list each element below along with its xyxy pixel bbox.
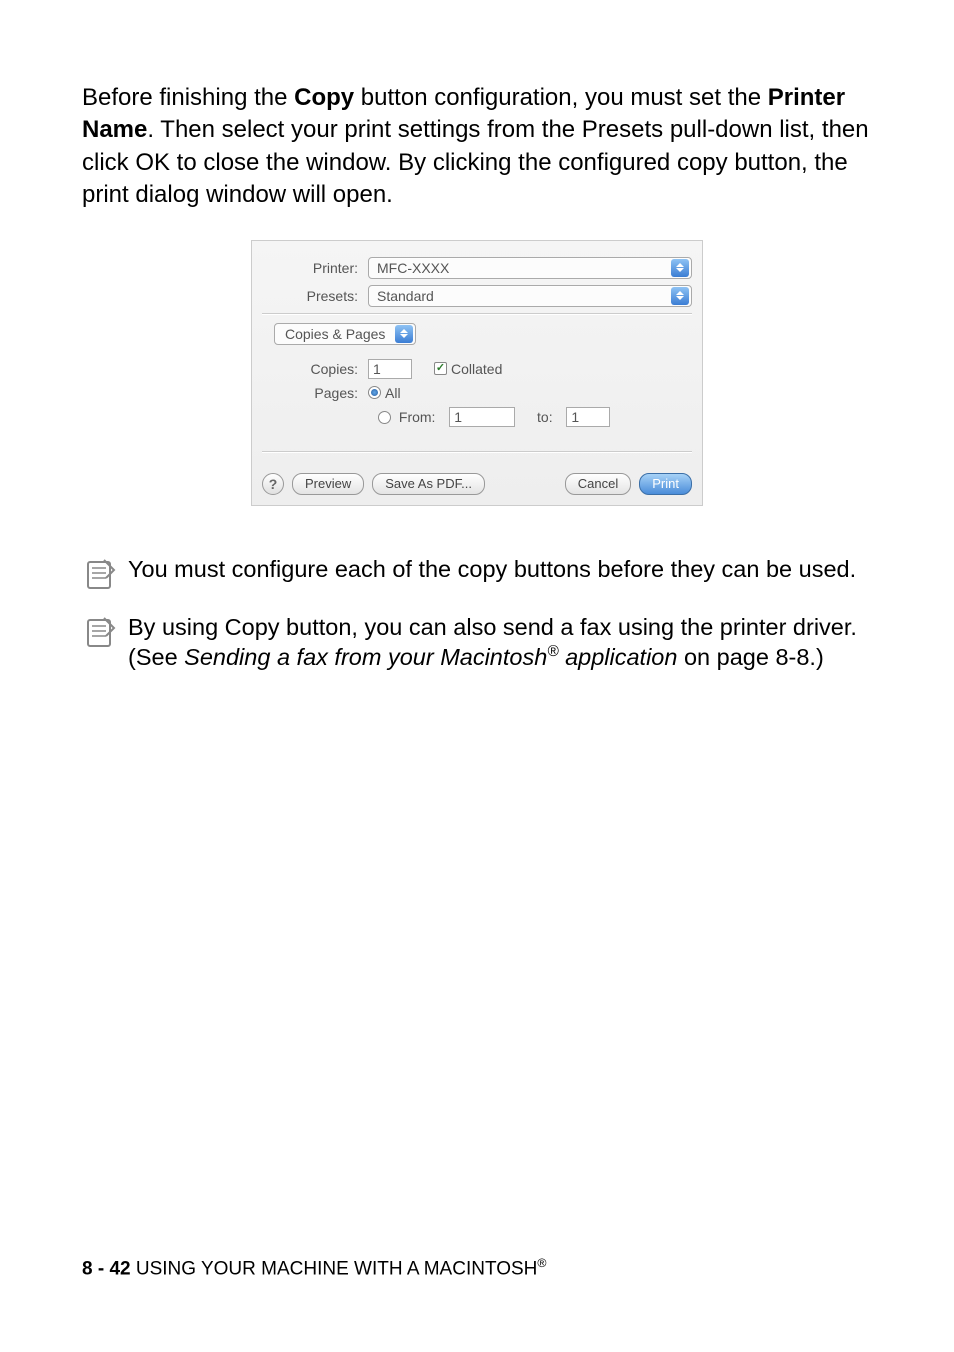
help-button[interactable]: ? [262, 473, 284, 495]
pages-all-radio[interactable] [368, 386, 381, 399]
pages-from-input[interactable] [449, 407, 515, 427]
chevron-updown-icon [671, 259, 689, 277]
section-value: Copies & Pages [285, 326, 385, 342]
note-1: You must configure each of the copy butt… [82, 554, 872, 592]
pages-label: Pages: [262, 385, 368, 401]
pages-from-row: From: to: [262, 407, 692, 427]
pages-to-input[interactable] [566, 407, 610, 427]
pages-from-radio[interactable] [378, 411, 391, 424]
text: on page 8-8.) [677, 644, 823, 670]
section-select[interactable]: Copies & Pages [274, 323, 416, 345]
note-2-text: By using Copy button, you can also send … [128, 612, 872, 673]
divider [262, 313, 692, 315]
collated-checkbox[interactable] [434, 362, 447, 375]
presets-select[interactable]: Standard [368, 285, 692, 307]
text-italic: Sending a fax from your Macintosh® appli… [184, 644, 677, 670]
copies-row: Copies: Collated [262, 359, 692, 379]
save-as-pdf-button[interactable]: Save As PDF... [372, 473, 485, 495]
note-icon [82, 556, 118, 592]
printer-select[interactable]: MFC-XXXX [368, 257, 692, 279]
printer-label: Printer: [262, 260, 368, 276]
text: Before finishing the [82, 84, 294, 111]
pages-row: Pages: All [262, 385, 692, 401]
pages-from-label: From: [399, 409, 436, 425]
intro-paragraph: Before finishing the Copy button configu… [82, 82, 872, 212]
text: button configuration, you must set the [354, 84, 768, 111]
presets-row: Presets: Standard [262, 285, 692, 307]
dialog-footer: ? Preview Save As PDF... Cancel Print [262, 473, 692, 495]
registered-mark: ® [537, 1256, 546, 1270]
text: . Then select your print settings from t… [82, 116, 869, 208]
print-button[interactable]: Print [639, 473, 692, 495]
text-bold-copy: Copy [294, 84, 354, 111]
print-dialog: Printer: MFC-XXXX Presets: Standard Copi… [251, 240, 703, 506]
footer-title: USING YOUR MACHINE WITH A MACINTOSH [131, 1258, 538, 1279]
cancel-button[interactable]: Cancel [565, 473, 631, 495]
printer-value: MFC-XXXX [377, 260, 449, 276]
printer-row: Printer: MFC-XXXX [262, 257, 692, 279]
page-footer: 8 - 42 USING YOUR MACHINE WITH A MACINTO… [82, 1256, 547, 1280]
copies-input[interactable] [368, 359, 412, 379]
presets-label: Presets: [262, 288, 368, 304]
divider [262, 451, 692, 453]
pages-all-label: All [385, 385, 401, 401]
pages-to-label: to: [537, 409, 553, 425]
chevron-updown-icon [671, 287, 689, 305]
presets-value: Standard [377, 288, 434, 304]
print-dialog-figure: Printer: MFC-XXXX Presets: Standard Copi… [82, 240, 872, 506]
collated-label: Collated [451, 361, 502, 377]
page-number: 8 - 42 [82, 1258, 131, 1279]
chevron-updown-icon [395, 325, 413, 343]
section-row: Copies & Pages [274, 323, 692, 345]
preview-button[interactable]: Preview [292, 473, 364, 495]
note-icon [82, 614, 118, 650]
note-2: By using Copy button, you can also send … [82, 612, 872, 673]
note-1-text: You must configure each of the copy butt… [128, 554, 856, 592]
copies-label: Copies: [262, 361, 368, 377]
